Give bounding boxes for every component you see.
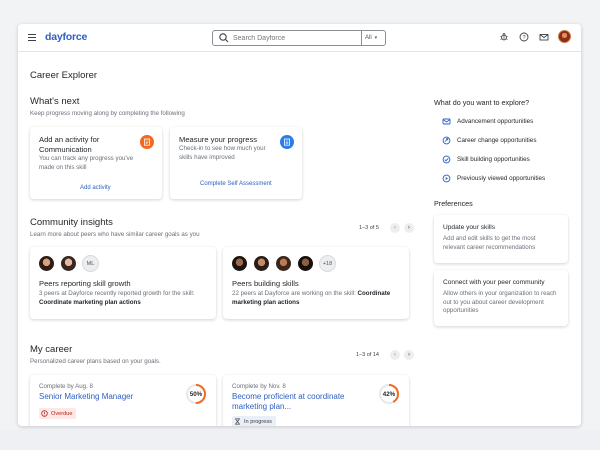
prev-page-button[interactable]: ‹ xyxy=(389,350,400,360)
peer-growth-title: Peers reporting skill growth xyxy=(39,279,131,288)
peer-count-badge: +18 xyxy=(319,255,336,272)
avatar[interactable] xyxy=(558,30,571,43)
search-box: All ▾ xyxy=(212,30,386,46)
explore-item-label: Skill building opportunities xyxy=(457,156,530,163)
peer-avatar xyxy=(275,255,292,272)
mail-icon[interactable] xyxy=(538,31,549,42)
career-plan-title[interactable]: Senior Marketing Manager xyxy=(39,392,179,402)
update-skills-title: Update your skills xyxy=(443,224,496,231)
peer-building-card[interactable]: +18 Peers building skills 22 peers at Da… xyxy=(223,247,409,319)
status-badge-label: In progress xyxy=(244,418,272,425)
explore-item-label: Previously viewed opportunities xyxy=(457,175,546,182)
peer-avatar xyxy=(253,255,270,272)
activity-card-title: Add an activity for Communication xyxy=(39,135,100,154)
search-icon xyxy=(217,31,231,45)
document-icon xyxy=(280,135,294,149)
peer-community-card[interactable]: Connect with your peer community Allow o… xyxy=(434,270,568,326)
add-activity-link[interactable]: Add activity xyxy=(80,185,111,191)
explore-career-change[interactable]: Career change opportunities xyxy=(442,136,536,145)
explore-previously-viewed[interactable]: Previously viewed opportunities xyxy=(442,174,545,183)
search-scope-select[interactable]: All ▾ xyxy=(361,31,385,45)
progress-percent: 50% xyxy=(189,390,203,398)
my-career-subtitle: Personalized career plans based on your … xyxy=(30,358,161,365)
search-scope-label: All xyxy=(365,35,372,41)
peer-avatar xyxy=(297,255,314,272)
update-skills-desc: Add and edit skills to get the most rele… xyxy=(443,235,536,251)
activity-card-desc: You can track any progress you've made o… xyxy=(39,155,134,171)
peer-growth-card[interactable]: ML Peers reporting skill growth 3 peers … xyxy=(30,247,216,319)
career-plan-card[interactable]: Complete by Nov. 8 Become proficient at … xyxy=(223,375,409,426)
play-circle-icon xyxy=(442,174,451,183)
peer-building-desc-text: 22 peers at Dayforce are working on the … xyxy=(232,290,356,297)
career-plan-card[interactable]: Complete by Aug. 8 Senior Marketing Mana… xyxy=(30,375,216,426)
svg-text:?: ? xyxy=(522,35,525,41)
peer-building-title: Peers building skills xyxy=(232,279,299,288)
app-window: dayforce All ▾ ? Career Explorer xyxy=(18,24,581,426)
measure-progress-card[interactable]: Measure your progress Check-in to see ho… xyxy=(170,127,302,199)
career-pager: 1–3 of 14 ‹ › xyxy=(356,350,414,360)
alert-icon xyxy=(41,410,48,417)
peer-growth-desc-text: 3 peers at Dayforce recently reported gr… xyxy=(39,290,195,297)
clipboard-icon xyxy=(140,135,154,149)
progress-percent: 42% xyxy=(382,390,396,398)
community-pager: 1–3 of 5 ‹ › xyxy=(359,223,414,233)
advancement-icon xyxy=(442,117,451,126)
whats-next-title: What's next xyxy=(30,96,80,107)
status-badge: Overdue xyxy=(39,408,77,419)
hourglass-icon xyxy=(234,418,241,425)
page-title: Career Explorer xyxy=(30,70,98,81)
measure-progress-title: Measure your progress xyxy=(179,135,258,144)
career-plan-due: Complete by Nov. 8 xyxy=(232,383,286,390)
peer-growth-skill: Coordinate marketing plan actions xyxy=(39,298,141,306)
status-badge: In progress xyxy=(232,416,276,426)
dayforce-logo[interactable]: dayforce xyxy=(45,31,87,43)
community-pager-label: 1–3 of 5 xyxy=(359,225,379,231)
search-input[interactable] xyxy=(233,34,357,42)
activity-card[interactable]: Add an activity for Communication You ca… xyxy=(30,127,162,199)
complete-self-assessment-link[interactable]: Complete Self Assessment xyxy=(200,181,272,187)
update-skills-card[interactable]: Update your skills Add and edit skills t… xyxy=(434,215,568,263)
help-icon[interactable]: ? xyxy=(518,31,529,42)
community-subtitle: Learn more about peers who have similar … xyxy=(30,231,200,238)
peer-avatar xyxy=(231,255,248,272)
next-page-button[interactable]: › xyxy=(403,223,414,233)
background-strip xyxy=(0,430,600,450)
top-bar: dayforce All ▾ ? xyxy=(18,24,581,52)
measure-progress-desc: Check-in to see how much your skills hav… xyxy=(179,145,266,161)
explore-advancement[interactable]: Advancement opportunities xyxy=(442,117,533,126)
preferences-title: Preferences xyxy=(434,199,473,208)
peer-growth-desc: 3 peers at Dayforce recently reported gr… xyxy=(39,290,211,307)
peer-building-desc: 22 peers at Dayforce are working on the … xyxy=(232,290,404,307)
menu-icon[interactable] xyxy=(28,34,36,42)
chevron-down-icon: ▾ xyxy=(374,35,378,41)
my-career-title: My career xyxy=(30,344,73,355)
whats-next-subtitle: Keep progress moving along by completing… xyxy=(30,110,185,117)
career-change-icon xyxy=(442,136,451,145)
next-page-button[interactable]: › xyxy=(403,350,414,360)
peer-community-desc: Allow others in your organization to rea… xyxy=(443,290,557,315)
career-pager-label: 1–3 of 14 xyxy=(356,352,379,358)
peer-initials-badge: ML xyxy=(82,255,99,272)
peer-community-title: Connect with your peer community xyxy=(443,279,545,286)
peer-avatar xyxy=(38,255,55,272)
explore-skill-building[interactable]: Skill building opportunities xyxy=(442,155,530,164)
career-plan-title[interactable]: Become proficient at coordinate marketin… xyxy=(232,392,364,412)
explore-title: What do you want to explore? xyxy=(434,98,530,107)
bug-icon[interactable] xyxy=(498,31,509,42)
explore-item-label: Advancement opportunities xyxy=(457,118,534,125)
skill-building-icon xyxy=(442,155,451,164)
peer-avatar xyxy=(60,255,77,272)
explore-item-label: Career change opportunities xyxy=(457,137,537,144)
career-plan-due: Complete by Aug. 8 xyxy=(39,383,94,390)
status-badge-label: Overdue xyxy=(51,410,73,417)
prev-page-button[interactable]: ‹ xyxy=(389,223,400,233)
community-title: Community insights xyxy=(30,217,113,228)
header-actions: ? xyxy=(498,30,571,43)
